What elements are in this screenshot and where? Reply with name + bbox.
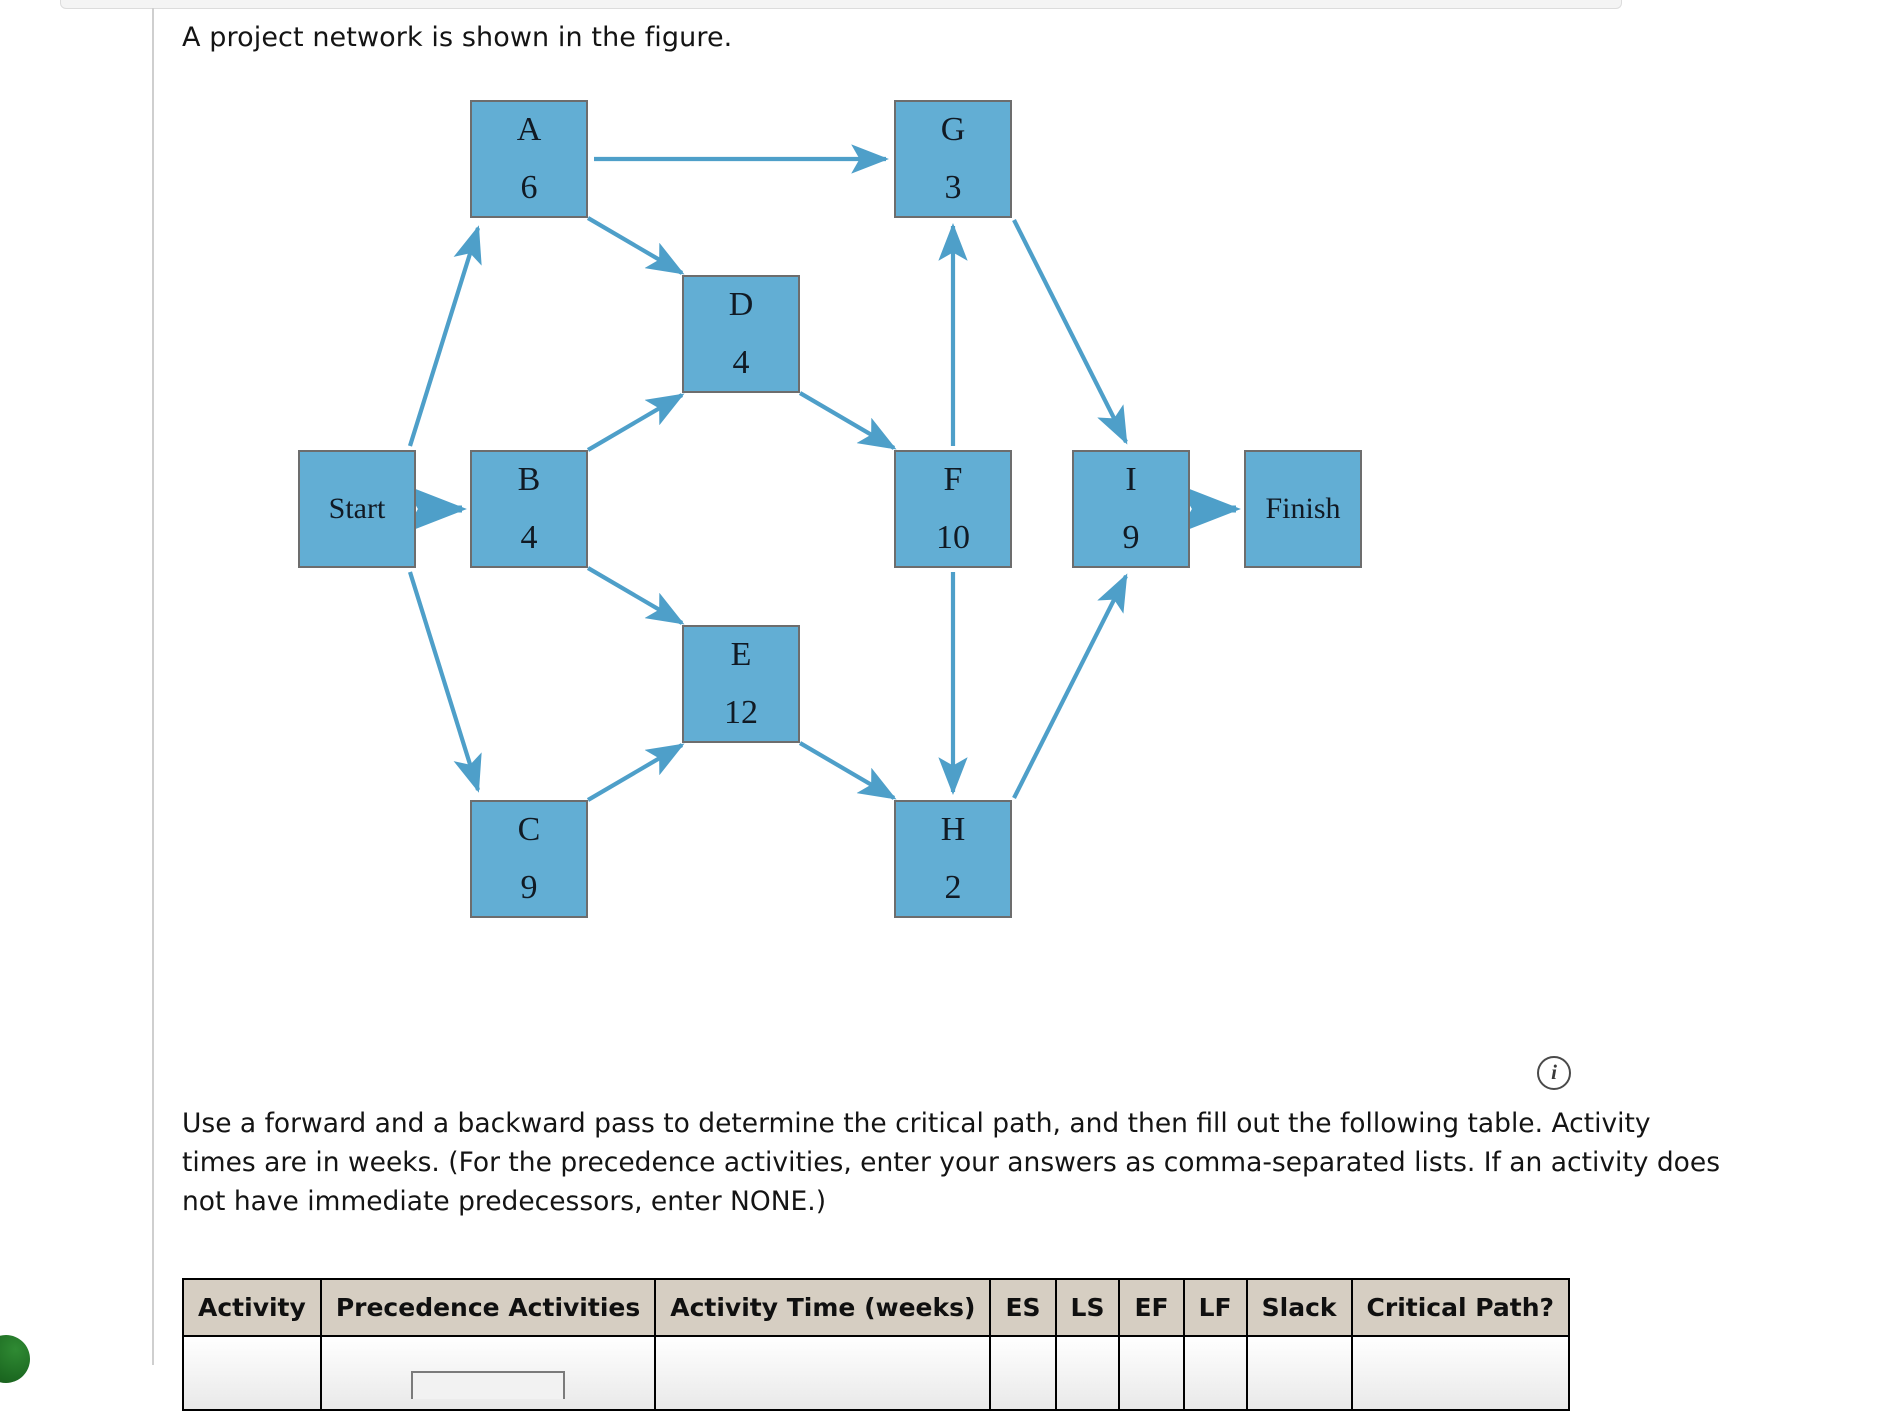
edge-g-i — [1012, 219, 1128, 445]
cell-activity — [182, 1336, 322, 1411]
node-f-duration: 10 — [936, 519, 970, 556]
node-b: B 4 — [470, 450, 588, 568]
node-i: I 9 — [1072, 450, 1190, 568]
node-d-label: D — [728, 286, 754, 324]
info-icon[interactable]: i — [1537, 1056, 1571, 1090]
cell-precedence[interactable] — [319, 1336, 657, 1411]
edge-start-a — [407, 225, 482, 447]
node-start-label: Start — [328, 492, 386, 526]
cell-ls[interactable] — [1054, 1336, 1121, 1411]
precedence-input[interactable] — [411, 1371, 566, 1399]
edge-c-e — [586, 743, 685, 802]
col-ls: LS — [1054, 1278, 1121, 1337]
decorative-corner-graphic — [0, 1335, 30, 1383]
col-activity: Activity — [182, 1278, 322, 1337]
node-e: E 12 — [682, 625, 800, 743]
col-ef: EF — [1118, 1278, 1185, 1337]
table-row — [182, 1336, 1571, 1411]
content-left-rule — [152, 8, 154, 1365]
edge-start-c — [407, 571, 482, 793]
cell-activity-time[interactable] — [654, 1336, 992, 1411]
node-e-duration: 12 — [724, 694, 758, 731]
cell-critical[interactable] — [1350, 1336, 1571, 1411]
edge-b-e — [586, 566, 685, 625]
node-a-duration: 6 — [520, 169, 538, 206]
node-h: H 2 — [894, 800, 1012, 918]
node-i-duration: 9 — [1122, 519, 1140, 556]
project-network-figure: Start A 6 B 4 C 9 D 4 E 12 F 10 G 3 H 2 … — [182, 70, 1682, 1070]
edge-b-d — [586, 393, 685, 452]
table-header-row: Activity Precedence Activities Activity … — [182, 1278, 1571, 1337]
edge-h-i — [1012, 573, 1128, 799]
col-precedence: Precedence Activities — [319, 1278, 657, 1337]
instructions-text: Use a forward and a backward pass to det… — [182, 1108, 1721, 1217]
col-es: ES — [989, 1278, 1057, 1337]
node-d: D 4 — [682, 275, 800, 393]
col-critical-path: Critical Path? — [1350, 1278, 1571, 1337]
edge-d-f — [798, 391, 897, 450]
col-lf: LF — [1182, 1278, 1248, 1337]
col-activity-time: Activity Time (weeks) — [654, 1278, 992, 1337]
node-h-duration: 2 — [944, 869, 962, 906]
edge-a-d — [586, 216, 685, 275]
node-start: Start — [298, 450, 416, 568]
cell-lf[interactable] — [1182, 1336, 1248, 1411]
node-finish-label: Finish — [1265, 492, 1341, 526]
node-g: G 3 — [894, 100, 1012, 218]
node-f-label: F — [943, 461, 963, 499]
node-c-label: C — [517, 811, 541, 849]
node-h-label: H — [940, 811, 966, 849]
node-d-duration: 4 — [732, 344, 750, 381]
node-c-duration: 9 — [520, 869, 538, 906]
col-slack: Slack — [1245, 1278, 1353, 1337]
answer-table: Activity Precedence Activities Activity … — [182, 1278, 1571, 1411]
node-i-label: I — [1125, 461, 1137, 499]
question-content: A project network is shown in the figure… — [182, 0, 1842, 1411]
node-b-label: B — [517, 461, 541, 499]
node-f: F 10 — [894, 450, 1012, 568]
cell-es[interactable] — [989, 1336, 1057, 1411]
node-a: A 6 — [470, 100, 588, 218]
node-g-duration: 3 — [944, 169, 962, 206]
intro-text: A project network is shown in the figure… — [182, 22, 733, 53]
node-b-duration: 4 — [520, 519, 538, 556]
node-c: C 9 — [470, 800, 588, 918]
cell-ef[interactable] — [1118, 1336, 1185, 1411]
edge-e-h — [798, 741, 897, 800]
node-g-label: G — [940, 111, 966, 149]
node-finish: Finish — [1244, 450, 1362, 568]
node-e-label: E — [730, 636, 752, 674]
node-a-label: A — [516, 111, 542, 149]
cell-slack[interactable] — [1245, 1336, 1353, 1411]
